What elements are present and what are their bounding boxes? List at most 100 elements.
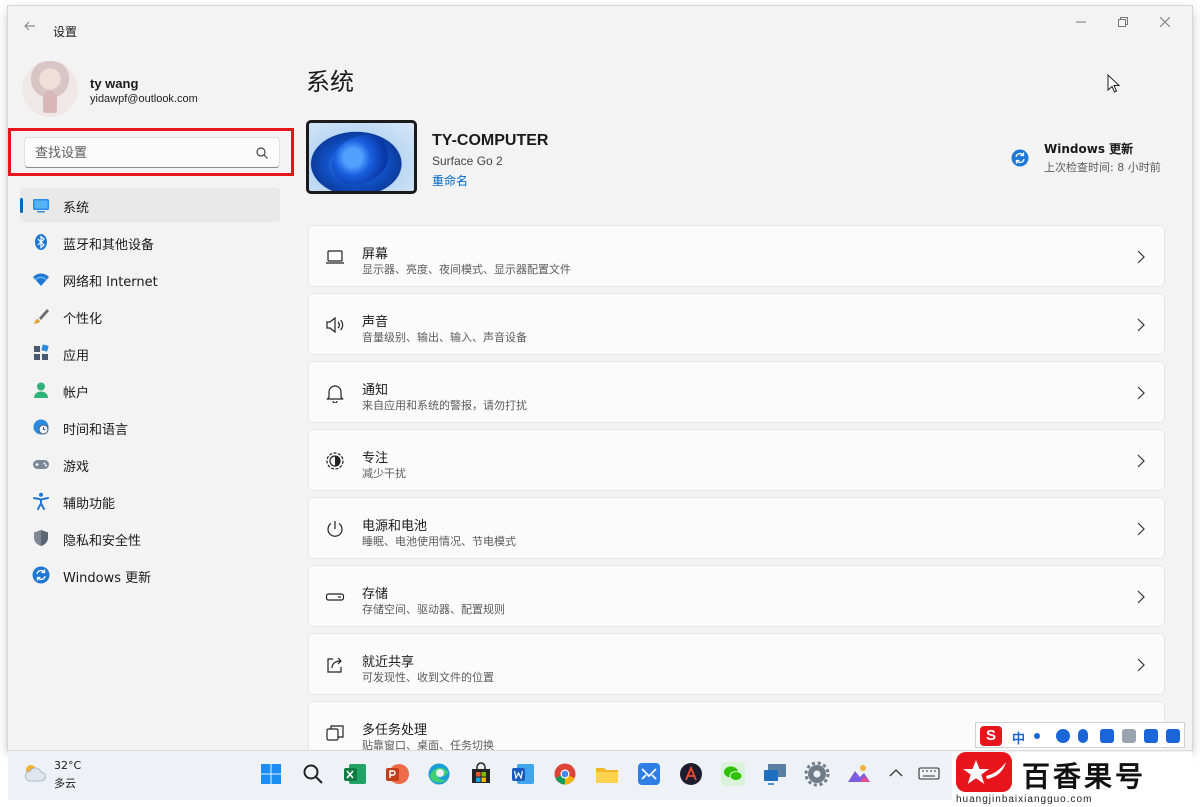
store-icon[interactable] bbox=[468, 761, 494, 787]
punctuation-icon[interactable] bbox=[1034, 733, 1040, 739]
sidebar-item-time-language[interactable]: 时间和语言 bbox=[20, 410, 280, 444]
card-description: 贴靠窗口、桌面、任务切换 bbox=[362, 739, 494, 750]
file-explorer-icon[interactable] bbox=[594, 761, 620, 787]
word-icon[interactable] bbox=[510, 761, 536, 787]
card-focus[interactable]: 专注 减少干扰 bbox=[308, 429, 1165, 491]
watermark: 百香果号 huangjinbaixiangguo.com bbox=[952, 752, 1192, 805]
chevron-right-icon bbox=[1137, 318, 1145, 332]
sidebar-item-label: 蓝牙和其他设备 bbox=[63, 238, 155, 253]
sidebar-item-system[interactable]: 系统 bbox=[20, 188, 280, 222]
maximize-button[interactable] bbox=[1108, 14, 1138, 34]
partly-cloudy-icon[interactable] bbox=[22, 762, 48, 784]
card-description: 可发现性、收到文件的位置 bbox=[362, 671, 494, 684]
sidebar-item-label: 帐户 bbox=[63, 386, 90, 401]
photos-icon[interactable] bbox=[846, 761, 872, 787]
accessibility-icon bbox=[33, 492, 49, 510]
brand-logo-icon bbox=[956, 752, 1012, 792]
card-storage[interactable]: 存储 存储空间、驱动器、配置规则 bbox=[308, 565, 1165, 627]
rename-link[interactable]: 重命名 bbox=[432, 172, 468, 189]
search-field[interactable] bbox=[24, 137, 280, 168]
windows-start-icon[interactable] bbox=[258, 761, 284, 787]
ime-toolbar[interactable]: S 中 bbox=[975, 722, 1185, 748]
sidebar-item-label: Windows 更新 bbox=[63, 571, 152, 586]
keyboard-icon[interactable] bbox=[918, 763, 940, 783]
shield-icon bbox=[34, 530, 48, 546]
weather-temperature[interactable]: 32°C bbox=[54, 759, 81, 772]
excel-icon[interactable] bbox=[342, 761, 368, 787]
weather-description[interactable]: 多云 bbox=[54, 775, 76, 791]
device-model: Surface Go 2 bbox=[432, 154, 503, 168]
edge-icon[interactable] bbox=[426, 761, 452, 787]
focus-icon bbox=[326, 452, 344, 470]
card-sound[interactable]: 声音 音量级别、输出、输入、声音设备 bbox=[308, 293, 1165, 355]
update-icon[interactable] bbox=[1011, 149, 1029, 167]
search-input[interactable] bbox=[35, 144, 245, 162]
app-icon[interactable] bbox=[678, 761, 704, 787]
sidebar-item-gaming[interactable]: 游戏 bbox=[20, 447, 280, 481]
sidebar-item-personalization[interactable]: 个性化 bbox=[20, 299, 280, 333]
windows-update-title[interactable]: Windows 更新 bbox=[1044, 140, 1133, 157]
settings-window: 设置 ty wang yidawpf@outlook.com 系统 蓝牙和其他设… bbox=[8, 6, 1192, 750]
user-icon[interactable] bbox=[1122, 729, 1136, 743]
search-icon[interactable] bbox=[300, 761, 326, 787]
search-icon[interactable] bbox=[255, 146, 269, 160]
sidebar-item-apps[interactable]: 应用 bbox=[20, 336, 280, 370]
sidebar-item-label: 应用 bbox=[63, 349, 90, 364]
card-description: 显示器、亮度、夜间模式、显示器配置文件 bbox=[362, 263, 571, 276]
brand-name: 百香果号 bbox=[1022, 760, 1147, 793]
mail-icon[interactable] bbox=[636, 761, 662, 787]
close-icon bbox=[1159, 16, 1171, 28]
settings-card-list: 屏幕 显示器、亮度、夜间模式、显示器配置文件 声音 音量级别、输出、输入、声音设… bbox=[308, 225, 1165, 750]
app-title: 设置 bbox=[53, 25, 78, 39]
sidebar-item-label: 系统 bbox=[63, 201, 90, 216]
sidebar-item-windows-update[interactable]: Windows 更新 bbox=[20, 558, 280, 592]
back-button[interactable] bbox=[20, 18, 40, 38]
update-icon bbox=[32, 566, 50, 584]
close-button[interactable] bbox=[1150, 14, 1180, 34]
card-description: 存储空间、驱动器、配置规则 bbox=[362, 603, 505, 616]
windows-update-last-checked: 上次检查时间: 8 小时前 bbox=[1044, 161, 1161, 174]
sidebar-item-label: 网络和 Internet bbox=[63, 275, 158, 290]
sidebar-item-accounts[interactable]: 帐户 bbox=[20, 373, 280, 407]
sidebar-item-label: 辅助功能 bbox=[63, 497, 116, 512]
device-name: TY-COMPUTER bbox=[432, 132, 549, 149]
person-icon bbox=[34, 382, 48, 398]
card-title: 声音 bbox=[362, 315, 389, 330]
power-icon bbox=[327, 521, 343, 537]
chevron-right-icon bbox=[1137, 590, 1145, 604]
sidebar-item-label: 游戏 bbox=[63, 460, 90, 475]
gamepad-icon bbox=[33, 460, 49, 469]
bluetooth-icon bbox=[35, 234, 47, 250]
chevron-right-icon bbox=[1137, 522, 1145, 536]
keyboard-icon[interactable] bbox=[1100, 729, 1114, 743]
sidebar-item-network[interactable]: 网络和 Internet bbox=[20, 262, 280, 296]
microphone-icon[interactable] bbox=[1078, 729, 1088, 743]
sogou-logo[interactable]: S bbox=[980, 726, 1002, 746]
sidebar-item-bluetooth[interactable]: 蓝牙和其他设备 bbox=[20, 225, 280, 259]
card-notifications[interactable]: 通知 来自应用和系统的警报，请勿打扰 bbox=[308, 361, 1165, 423]
card-power-battery[interactable]: 电源和电池 睡眠、电池使用情况、节电模式 bbox=[308, 497, 1165, 559]
chevron-right-icon bbox=[1137, 658, 1145, 672]
minimize-button[interactable] bbox=[1066, 14, 1096, 34]
card-nearby-sharing[interactable]: 就近共享 可发现性、收到文件的位置 bbox=[308, 633, 1165, 695]
ime-language-toggle[interactable]: 中 bbox=[1012, 728, 1025, 747]
arrow-left-icon bbox=[24, 21, 35, 31]
chevron-up-icon[interactable] bbox=[886, 763, 906, 783]
card-title: 专注 bbox=[362, 451, 389, 466]
emoji-icon[interactable] bbox=[1056, 729, 1070, 743]
card-display[interactable]: 屏幕 显示器、亮度、夜间模式、显示器配置文件 bbox=[308, 225, 1165, 287]
powerpoint-icon[interactable] bbox=[384, 761, 410, 787]
sidebar-item-accessibility[interactable]: 辅助功能 bbox=[20, 484, 280, 518]
settings-icon[interactable] bbox=[804, 761, 830, 787]
remote-desktop-icon[interactable] bbox=[762, 761, 788, 787]
sidebar-nav: 系统 蓝牙和其他设备 网络和 Internet 个性化 应用 帐户 时间和语言 bbox=[20, 188, 280, 595]
brush-icon bbox=[33, 309, 49, 324]
chrome-icon[interactable] bbox=[552, 761, 578, 787]
card-title: 电源和电池 bbox=[362, 519, 428, 534]
skin-icon[interactable] bbox=[1144, 729, 1158, 743]
wechat-icon[interactable] bbox=[720, 761, 746, 787]
chevron-right-icon bbox=[1137, 386, 1145, 400]
sidebar-item-privacy[interactable]: 隐私和安全性 bbox=[20, 521, 280, 555]
card-title: 通知 bbox=[362, 383, 389, 398]
toolbox-icon[interactable] bbox=[1166, 729, 1180, 743]
